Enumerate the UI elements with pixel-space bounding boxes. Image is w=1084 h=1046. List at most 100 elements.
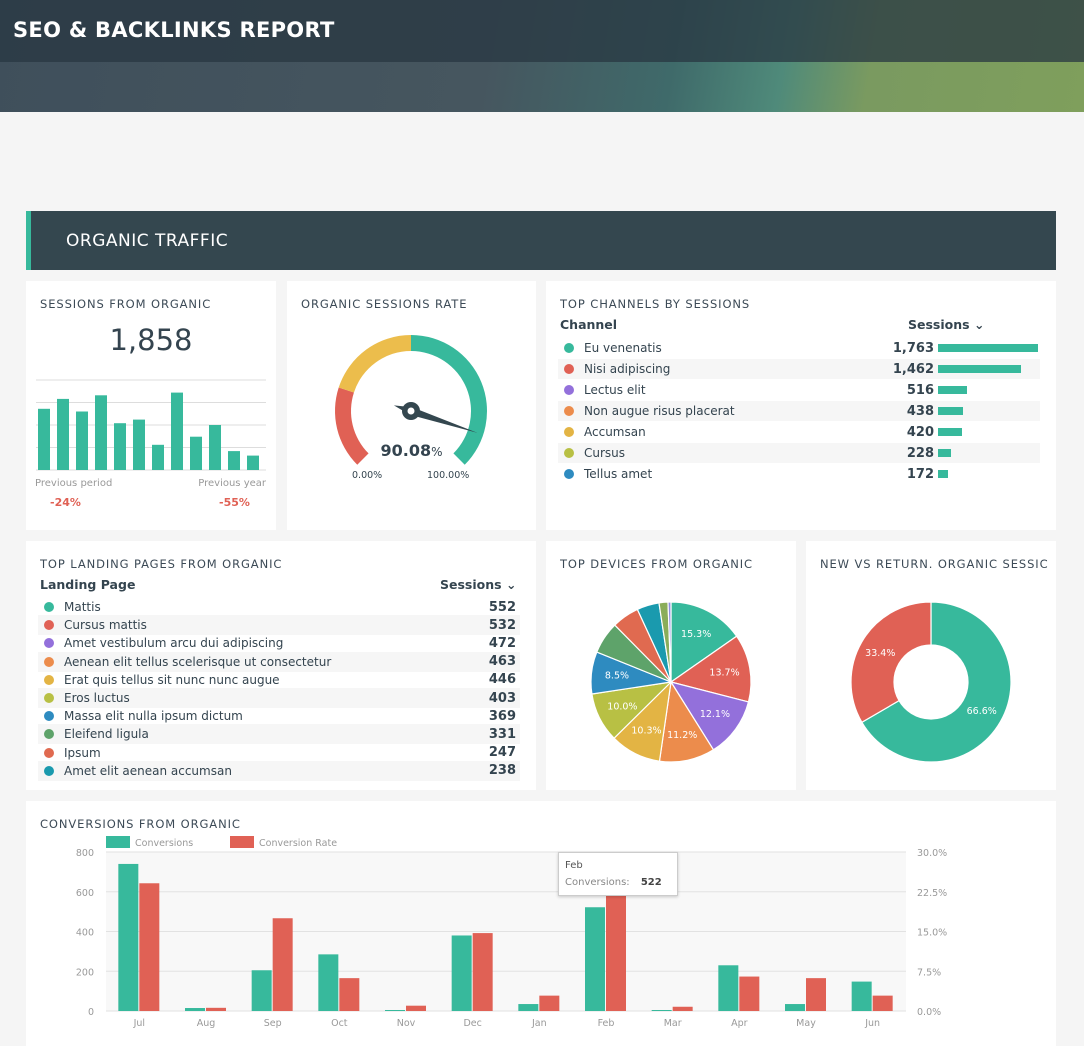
row-value: 331 <box>488 726 516 742</box>
session-bar <box>228 451 240 470</box>
y-tick-label: 800 <box>76 848 94 859</box>
table-row[interactable]: Erat quis tellus sit nunc nunc augue 446 <box>38 670 520 690</box>
table-row[interactable]: Tellus amet 172 <box>558 464 1040 484</box>
slice-label: 33.4% <box>865 648 895 659</box>
table-row[interactable]: Non augue risus placerat 438 <box>558 401 1040 421</box>
devices-pie-chart: 15.3% 13.7% 12.1%11.2% 10.3% 10.0% 8.5% <box>590 601 752 763</box>
channels-card: TOP CHANNELS BY SESSIONS Channel Session… <box>546 281 1056 530</box>
channel-column-header: Channel <box>560 317 618 332</box>
bar-conversion-rate <box>872 995 893 1011</box>
x-tick-label: Feb <box>598 1018 615 1029</box>
slice-label: 66.6% <box>967 706 997 717</box>
row-label: Erat quis tellus sit nunc nunc augue <box>64 672 280 687</box>
row-label: Eu venenatis <box>584 341 662 355</box>
legend-label: Conversions <box>135 838 193 849</box>
new-return-donut-chart: 66.6% 33.4% <box>850 601 1012 763</box>
row-value: 516 <box>906 382 934 398</box>
row-value-bar <box>938 407 963 415</box>
y2-tick-label: 7.5% <box>917 967 941 978</box>
row-label: Amet vestibulum arcu dui adipiscing <box>64 636 284 651</box>
y-tick-label: 0 <box>88 1007 94 1018</box>
sessions-sort-header[interactable]: Sessions ⌄ <box>440 577 516 592</box>
bar-conversions <box>451 935 472 1011</box>
x-tick-label: Nov <box>397 1018 416 1029</box>
legend-dot-icon <box>44 638 54 649</box>
row-value-bar <box>938 365 1021 373</box>
bar-conversion-rate <box>272 918 293 1011</box>
conversions-card: CONVERSIONS FROM ORGANIC 800 30.0% 600 22.5… <box>26 801 1056 1046</box>
card-title: SESSIONS FROM ORGANIC <box>40 297 212 311</box>
legend-dot-icon <box>44 620 54 631</box>
legend-dot-icon <box>44 711 54 722</box>
sessions-bar-chart <box>36 379 266 471</box>
bar-conversion-rate <box>139 883 160 1011</box>
y-tick-label: 600 <box>76 888 94 899</box>
bar-conversions <box>251 970 272 1011</box>
row-label: Accumsan <box>584 425 646 439</box>
x-tick-label: May <box>796 1018 816 1029</box>
row-value: 472 <box>488 635 516 651</box>
y2-tick-label: 15.0% <box>917 928 947 939</box>
table-row[interactable]: Massa elit nulla ipsum dictum 369 <box>38 706 520 726</box>
x-tick-label: Apr <box>731 1018 748 1029</box>
table-row[interactable]: Lectus elit 516 <box>558 380 1040 400</box>
x-tick-label: Mar <box>664 1018 682 1029</box>
card-title: CONVERSIONS FROM ORGANIC <box>40 817 241 831</box>
table-row[interactable]: Mattis 552 <box>38 597 520 617</box>
y-tick-label: 200 <box>76 967 94 978</box>
bar-conversion-rate <box>606 894 626 1011</box>
row-value: 172 <box>906 466 934 482</box>
row-label: Mattis <box>64 600 101 614</box>
table-row[interactable]: Cursus mattis 532 <box>38 615 520 636</box>
bar-conversion-rate <box>206 1007 226 1011</box>
y-tick-label: 400 <box>76 928 94 939</box>
row-value: 1,462 <box>892 361 934 377</box>
session-bar <box>190 436 202 470</box>
row-value: 1,763 <box>892 340 934 356</box>
card-title: NEW VS RETURN. ORGANIC SESSIC <box>820 557 1049 571</box>
row-label: Tellus amet <box>584 467 653 481</box>
legend-dot-icon <box>564 343 574 353</box>
row-label: Massa elit nulla ipsum dictum <box>64 709 243 724</box>
row-value: 238 <box>488 763 516 779</box>
legend-swatch <box>106 836 130 848</box>
new-return-card: NEW VS RETURN. ORGANIC SESSIC 66.6% 33.4% <box>806 541 1056 790</box>
row-value-bar <box>938 386 968 394</box>
x-tick-label: Oct <box>331 1018 348 1029</box>
session-bar <box>38 408 50 470</box>
card-title: TOP CHANNELS BY SESSIONS <box>560 297 751 311</box>
card-title: TOP LANDING PAGES FROM ORGANIC <box>40 557 283 571</box>
row-value-bar <box>938 428 962 436</box>
table-row[interactable]: Ipsum 247 <box>38 743 520 763</box>
gauge-needle-hub-center <box>407 407 415 415</box>
gauge-max-label: 100.00% <box>427 470 470 481</box>
row-value: 552 <box>488 599 516 615</box>
table-row[interactable]: Cursus 228 <box>558 443 1040 463</box>
sessions-sort-header[interactable]: Sessions ⌄ <box>908 317 984 332</box>
row-label: Lectus elit <box>584 383 646 397</box>
report-title: SEO & BACKLINKS REPORT <box>13 18 335 42</box>
legend-dot-icon <box>564 448 574 458</box>
table-row[interactable]: Amet vestibulum arcu dui adipiscing 472 <box>38 633 520 653</box>
bar-conversions <box>785 1004 805 1011</box>
legend-dot-icon <box>564 406 574 416</box>
table-row[interactable]: Eleifend ligula 331 <box>38 724 520 745</box>
table-row[interactable]: Eros luctus 403 <box>38 688 520 708</box>
table-row[interactable]: Nisi adipiscing 1,462 <box>558 359 1040 379</box>
prev-period-label: Previous period <box>35 478 113 489</box>
bar-conversions <box>851 981 872 1011</box>
sessions-card: SESSIONS FROM ORGANIC 1,858 Previous per… <box>26 281 276 530</box>
slice-label: 11.2% <box>667 730 697 741</box>
bar-conversion-rate <box>339 978 360 1011</box>
legend-dot-icon <box>44 674 54 685</box>
table-row[interactable]: Amet elit aenean accumsan 238 <box>38 760 520 781</box>
gauge-min-label: 0.00% <box>352 470 383 481</box>
table-row[interactable]: Eu venenatis 1,763 <box>558 338 1040 358</box>
gauge-yellow-segment <box>338 335 411 393</box>
table-row[interactable]: Accumsan 420 <box>558 422 1040 442</box>
prev-year-value: -55% <box>219 496 250 509</box>
row-value: 228 <box>906 445 934 461</box>
session-bar <box>76 411 88 470</box>
table-row[interactable]: Aenean elit tellus scelerisque ut consec… <box>38 651 520 672</box>
row-label: Aenean elit tellus scelerisque ut consec… <box>64 654 332 669</box>
